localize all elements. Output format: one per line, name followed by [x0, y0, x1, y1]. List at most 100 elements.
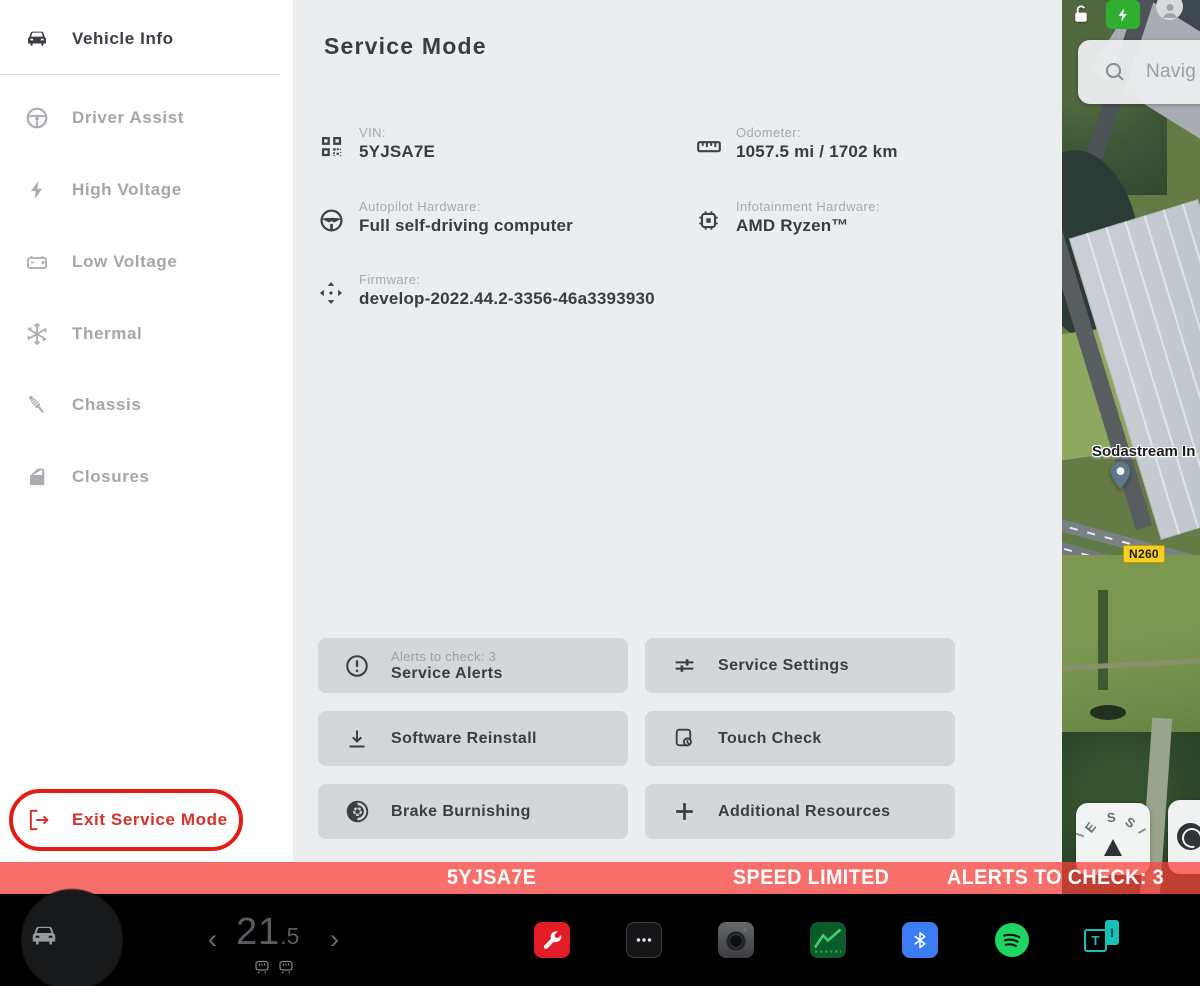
app-spotify-icon[interactable] [994, 922, 1030, 958]
sidebar-item-label: Thermal [72, 324, 142, 344]
compass-north-arrow [1104, 839, 1122, 856]
temperature-fraction: .5 [280, 923, 299, 949]
touch-icon [671, 726, 697, 751]
temperature-control[interactable]: 21.5 [236, 911, 299, 954]
compass-letter: E [1082, 819, 1099, 835]
compass-tick [1138, 828, 1146, 834]
service-alerts-button[interactable]: Alerts to check: 3 Service Alerts [318, 638, 628, 693]
app-energy-icon[interactable] [810, 922, 846, 958]
search-placeholder: Navig [1146, 61, 1196, 83]
app-dashcam-icon[interactable] [718, 922, 754, 958]
sidebar-item-chassis[interactable]: Chassis [0, 383, 293, 427]
info-value: 5YJSA7E [359, 142, 435, 162]
exit-service-mode-button[interactable]: Exit Service Mode [0, 797, 260, 843]
info-label: Autopilot Hardware: [359, 199, 573, 214]
status-speed-limited: SPEED LIMITED [733, 866, 889, 890]
seat-heater-right-icon[interactable] [278, 960, 294, 979]
toolbox-i-glyph: I [1105, 920, 1119, 945]
charging-status-icon [1106, 0, 1140, 29]
compass-tick [1076, 833, 1084, 838]
info-odometer: Odometer: 1057.5 mi / 1702 km [695, 125, 898, 165]
info-value: Full self-driving computer [359, 216, 573, 236]
sidebar-item-thermal[interactable]: Thermal [0, 312, 293, 356]
download-icon [344, 727, 370, 751]
alert-icon [344, 653, 370, 679]
service-mode-panel: Service Mode VIN: 5YJSA7E Odometer: 1057… [293, 0, 1062, 862]
info-label: Infotainment Hardware: [736, 199, 880, 214]
steering-wheel-icon [22, 105, 52, 131]
door-icon [22, 464, 52, 490]
app-toolbox-icon[interactable]: T I [1082, 918, 1122, 958]
lightning-icon [22, 178, 52, 202]
info-label: Odometer: [736, 125, 898, 140]
touch-check-button[interactable]: Touch Check [645, 711, 955, 766]
map-control-icon [1177, 823, 1200, 850]
sidebar-item-high-voltage[interactable]: High Voltage [0, 168, 293, 212]
status-alerts-count: ALERTS TO CHECK: 3 [947, 866, 1164, 890]
steering-wheel-icon [318, 199, 348, 239]
info-value: 1057.5 mi / 1702 km [736, 142, 898, 162]
status-vin: 5YJSA7E [447, 866, 536, 890]
snowflake-icon [22, 321, 52, 347]
info-firmware: Firmware: develop-2022.44.2-3356-46a3393… [318, 272, 655, 311]
sidebar-divider [0, 74, 280, 75]
button-label: Service Settings [718, 657, 849, 675]
app-launcher-icon[interactable] [626, 922, 662, 958]
sidebar-item-label: Closures [72, 467, 150, 487]
plus-icon [671, 799, 697, 824]
button-label: Touch Check [718, 730, 822, 748]
temp-decrease-chevron[interactable]: ‹ [208, 926, 217, 953]
firmware-icon [318, 272, 348, 311]
map-pin[interactable] [1107, 460, 1134, 497]
software-reinstall-button[interactable]: Software Reinstall [318, 711, 628, 766]
status-bar: 5YJSA7E SPEED LIMITED ALERTS TO CHECK: 3 [0, 862, 1200, 894]
info-label: VIN: [359, 125, 435, 140]
compass-letter: S [1106, 809, 1117, 825]
compass-letter: S [1122, 814, 1138, 831]
map-search-bar[interactable]: Navig [1078, 40, 1200, 104]
additional-resources-button[interactable]: Additional Resources [645, 784, 955, 839]
map-imagery-hedge [1098, 590, 1108, 690]
chip-icon [695, 199, 725, 239]
exit-service-mode-label: Exit Service Mode [72, 810, 228, 830]
button-label: Brake Burnishing [391, 803, 531, 821]
info-infotainment-hardware: Infotainment Hardware: AMD Ryzen™ [695, 199, 880, 239]
temp-increase-chevron[interactable]: › [330, 926, 339, 953]
brake-burnishing-button[interactable]: Brake Burnishing [318, 784, 628, 839]
page-title: Service Mode [324, 33, 487, 60]
toolbox-t-glyph: T [1084, 929, 1107, 952]
road-badge: N260 [1123, 545, 1165, 563]
suspension-icon [22, 392, 52, 418]
seat-heater-left-icon[interactable] [254, 960, 270, 979]
qr-code-icon [318, 125, 348, 165]
info-value: AMD Ryzen™ [736, 216, 880, 236]
sidebar-item-label: Chassis [72, 395, 141, 415]
info-value: develop-2022.44.2-3356-46a3393930 [359, 289, 655, 309]
sidebar-item-label: Vehicle Info [72, 29, 174, 49]
search-icon [1103, 60, 1127, 84]
tesla-service-screen: Vehicle Info Driver Assist High Voltage … [0, 0, 1200, 986]
service-settings-button[interactable]: Service Settings [645, 638, 955, 693]
vehicle-controls-icon[interactable] [24, 921, 64, 956]
sidebar-item-label: High Voltage [72, 180, 182, 200]
sidebar-item-label: Driver Assist [72, 108, 184, 128]
sidebar-item-driver-assist[interactable]: Driver Assist [0, 96, 293, 140]
brake-disc-icon [344, 799, 370, 824]
battery-icon [22, 250, 52, 274]
button-label: Service Alerts [391, 665, 503, 683]
sidebar-item-vehicle-info[interactable]: Vehicle Info [0, 17, 293, 61]
app-service-icon[interactable] [534, 922, 570, 958]
info-label: Firmware: [359, 272, 655, 287]
map-panel[interactable]: Navig Sodastream In N260 E S S [1062, 0, 1200, 895]
sidebar-item-closures[interactable]: Closures [0, 455, 293, 499]
car-front-icon [22, 27, 52, 51]
unlocked-icon [1070, 3, 1093, 31]
info-vin: VIN: 5YJSA7E [318, 125, 435, 165]
app-bluetooth-icon[interactable] [902, 922, 938, 958]
sliders-icon [671, 653, 697, 678]
button-label: Software Reinstall [391, 730, 537, 748]
sidebar-item-low-voltage[interactable]: Low Voltage [0, 240, 293, 284]
taskbar: ‹ 21.5 › T I [0, 894, 1200, 986]
poi-label[interactable]: Sodastream In [1092, 443, 1195, 460]
sidebar: Vehicle Info Driver Assist High Voltage … [0, 0, 293, 862]
